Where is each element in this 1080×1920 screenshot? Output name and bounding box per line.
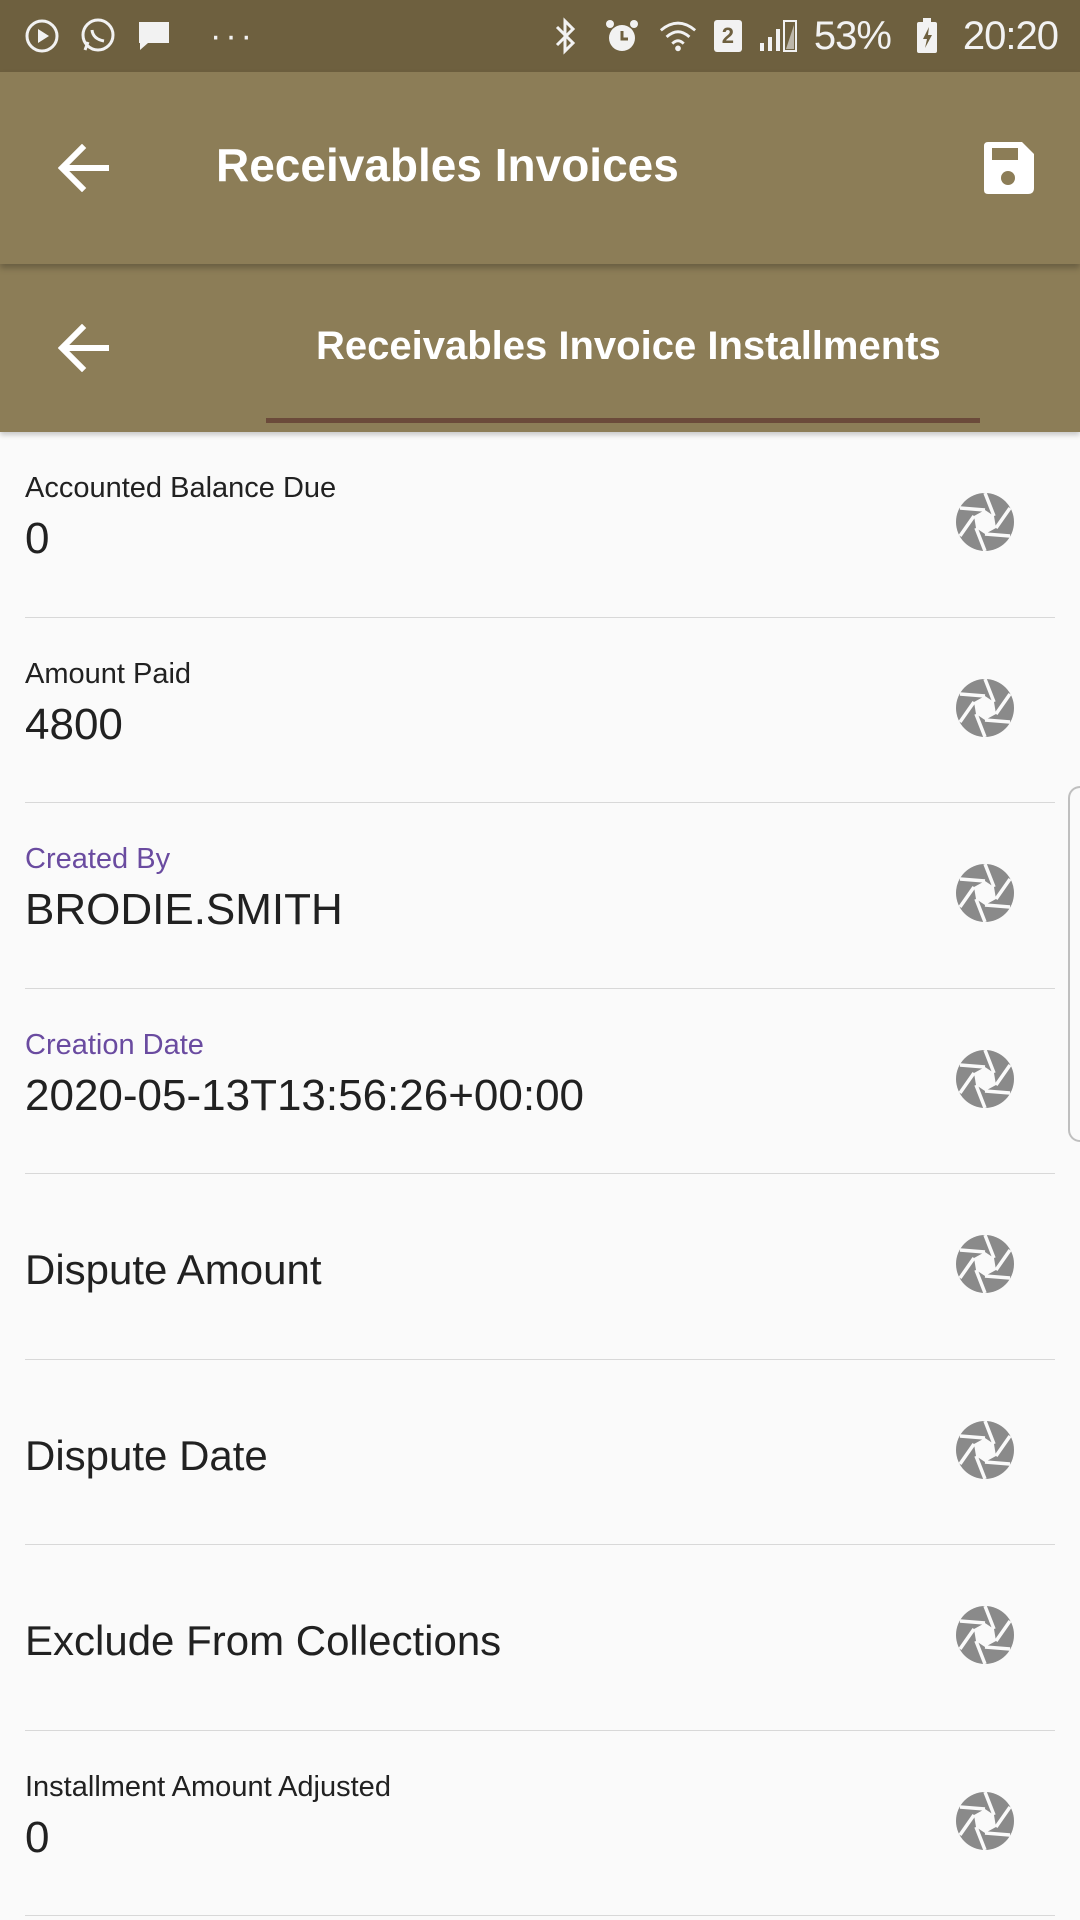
field-row-installment-amount-adjusted[interactable]: Installment Amount Adjusted 0 — [25, 1731, 1055, 1916]
field-label: Dispute Amount — [25, 1246, 322, 1293]
field-label: Exclude From Collections — [25, 1617, 502, 1664]
field-value: BRODIE.SMITH — [25, 885, 343, 934]
alarm-icon — [602, 16, 642, 56]
tab-label: Receivables Invoice Installments — [316, 324, 941, 368]
clock: 20:20 — [962, 13, 1059, 58]
app-bar: Receivables Invoices — [0, 72, 1080, 264]
aperture-icon[interactable] — [953, 861, 1017, 925]
aperture-icon[interactable] — [953, 1418, 1017, 1482]
page-title: Receivables Invoices — [216, 139, 679, 191]
field-value: 2020-05-13T13:56:26+00:00 — [25, 1070, 585, 1120]
tab-installments[interactable]: Receivables Invoice Installments — [266, 324, 986, 432]
status-bar-left: ··· — [22, 16, 256, 56]
field-value: 4800 — [25, 699, 123, 749]
field-value: 0 — [25, 514, 50, 563]
play-circle-icon — [22, 16, 62, 56]
tab-indicator — [266, 418, 980, 423]
field-row-dispute-date[interactable]: Dispute Date — [25, 1360, 1055, 1545]
arrow-left-icon — [58, 324, 109, 372]
signal-icon — [758, 16, 798, 56]
bluetooth-icon — [546, 16, 586, 56]
field-label: Dispute Date — [25, 1431, 268, 1479]
arrow-left-icon — [58, 144, 109, 192]
save-button[interactable] — [978, 138, 1038, 198]
field-row-created-by[interactable]: Created By BRODIE.SMITH — [25, 803, 1055, 989]
aperture-icon[interactable] — [953, 1047, 1017, 1111]
status-bar-right: 2 53% 20:20 — [546, 13, 1059, 59]
battery-percent: 53% — [813, 13, 892, 58]
field-label: Created By — [25, 843, 171, 875]
status-bar: ··· 2 53% 20:20 — [0, 0, 1080, 72]
field-row-dispute-amount[interactable]: Dispute Amount — [25, 1174, 1055, 1360]
aperture-icon[interactable] — [953, 676, 1017, 740]
field-row-amount-paid[interactable]: Amount Paid 4800 — [25, 618, 1055, 803]
aperture-icon[interactable] — [953, 1789, 1017, 1853]
field-label: Amount Paid — [25, 657, 192, 690]
sub-bar: Receivables Invoice Installments — [0, 264, 1080, 432]
message-icon — [134, 16, 174, 56]
aperture-icon[interactable] — [953, 1232, 1017, 1296]
overflow-notifications: ··· — [210, 16, 256, 55]
aperture-icon[interactable] — [953, 490, 1017, 554]
field-row-creation-date[interactable]: Creation Date 2020-05-13T13:56:26+00:00 — [25, 989, 1055, 1174]
scroll-handle[interactable] — [1068, 786, 1080, 1142]
field-label: Creation Date — [25, 1028, 204, 1061]
sub-back-button[interactable] — [52, 316, 116, 380]
whatsapp-icon — [78, 16, 118, 56]
field-row-exclude-from-collections[interactable]: Exclude From Collections — [25, 1545, 1055, 1731]
field-list: Accounted Balance Due 0 Amount Paid 4800… — [0, 432, 1080, 1916]
wifi-icon — [658, 16, 698, 56]
save-icon — [984, 142, 1034, 194]
sim-badge: 2 — [713, 20, 742, 52]
battery-icon — [907, 16, 947, 56]
back-button[interactable] — [52, 136, 116, 200]
field-row-accounted-balance-due[interactable]: Accounted Balance Due 0 — [25, 432, 1055, 618]
aperture-icon[interactable] — [953, 1603, 1017, 1667]
field-label: Installment Amount Adjusted — [25, 1770, 391, 1803]
field-label: Accounted Balance Due — [25, 472, 337, 504]
field-value: 0 — [25, 1812, 50, 1862]
